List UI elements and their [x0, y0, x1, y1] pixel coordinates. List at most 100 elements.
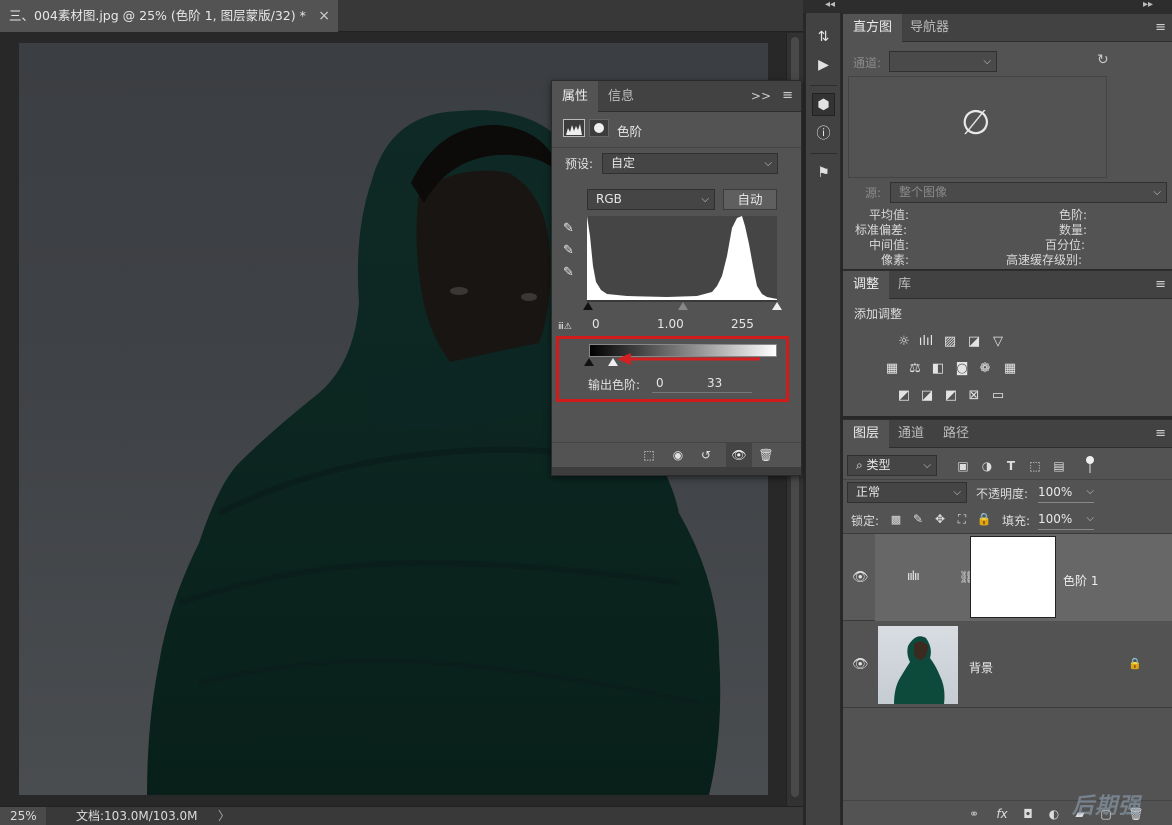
panel-menu-icon[interactable]: ≡	[1155, 277, 1166, 292]
output-black-slider[interactable]	[584, 358, 594, 366]
color-balance-icon[interactable]: ⚖	[906, 360, 924, 376]
filter-smart-object-icon[interactable]: ▤	[1051, 458, 1067, 474]
channel-dropdown[interactable]: RGB ⌵	[587, 189, 715, 210]
selective-color-icon[interactable]: ⊠	[965, 387, 983, 403]
close-icon[interactable]: ×	[318, 0, 330, 32]
panel-menu-icon[interactable]: ≡	[1155, 20, 1166, 35]
view-previous-icon[interactable]: ◉	[668, 447, 688, 463]
lock-transparent-icon[interactable]: ▩	[889, 512, 903, 526]
source-dropdown[interactable]: 整个图像 ⌵	[890, 182, 1167, 203]
history-icon[interactable]: ⇅	[812, 25, 835, 48]
fill-value: 100%	[1038, 512, 1073, 526]
tab-layers[interactable]: 图层	[843, 420, 890, 448]
layer-name[interactable]: 背景	[969, 659, 993, 676]
black-white-icon[interactable]: ◧	[929, 360, 947, 376]
brightness-icon[interactable]: ☼	[895, 333, 913, 349]
input-white-value[interactable]: 255	[731, 317, 754, 331]
tab-adjustments[interactable]: 调整	[843, 271, 890, 299]
vibrance-icon[interactable]: ▽	[989, 333, 1007, 349]
color-lookup-icon[interactable]: ▦	[1001, 360, 1019, 376]
mask-icon[interactable]	[589, 119, 609, 137]
gradient-map-icon[interactable]: ▭	[989, 387, 1007, 403]
photo-filter-icon[interactable]: ◙	[953, 360, 971, 376]
new-adjustment-icon[interactable]: ◐	[1045, 805, 1063, 823]
gray-eyedropper-icon[interactable]: ✎	[563, 243, 574, 258]
channel-mixer-icon[interactable]: ❁	[976, 360, 994, 376]
panel-menu-icon[interactable]: ≡	[1155, 426, 1166, 441]
fill-label: 填充:	[1002, 514, 1031, 528]
lock-all-icon[interactable]: 🔒	[977, 512, 992, 526]
refresh-icon[interactable]: ↻	[1097, 52, 1109, 68]
invert-icon[interactable]: ◩	[895, 387, 913, 403]
filter-shape-icon[interactable]: ⬚	[1027, 458, 1043, 474]
output-levels-label: 输出色阶:	[588, 378, 641, 392]
trash-icon[interactable]: 🗑	[758, 447, 774, 463]
filter-adjustment-icon[interactable]: ◑	[979, 458, 995, 474]
input-gamma-value[interactable]: 1.00	[657, 317, 684, 331]
collapse-icon[interactable]: ◂◂	[825, 0, 835, 10]
background-thumbnail[interactable]	[878, 626, 958, 704]
black-eyedropper-icon[interactable]: ✎	[563, 221, 574, 236]
filter-type-icon[interactable]: T	[1003, 458, 1019, 474]
tab-histogram[interactable]: 直方图	[843, 14, 903, 42]
output-white-value[interactable]: 33	[707, 376, 722, 390]
add-mask-icon[interactable]: ◘	[1019, 805, 1037, 823]
exposure-icon[interactable]: ◪	[965, 333, 983, 349]
preset-dropdown[interactable]: 自定 ⌵	[602, 153, 778, 174]
histogram-channel-dropdown[interactable]: ⌵	[889, 51, 997, 72]
eye-icon[interactable]: 👁	[852, 570, 869, 585]
link-layers-icon[interactable]: ⚭	[965, 805, 983, 823]
levels-adjust-icon[interactable]: ılıl	[917, 333, 935, 349]
tab-channels[interactable]: 通道	[888, 420, 934, 448]
opacity-field[interactable]: 100% ⌵	[1038, 482, 1094, 503]
input-black-slider[interactable]	[583, 302, 593, 310]
layer-row[interactable]: 👁 背景 🔒	[843, 621, 1172, 708]
curves-icon[interactable]: ▨	[941, 333, 959, 349]
filter-pixel-icon[interactable]: ▣	[955, 458, 971, 474]
chevron-down-icon[interactable]: ⌵	[1086, 482, 1094, 502]
chevron-down-icon[interactable]: ⌵	[1086, 509, 1094, 529]
layer-filter-dropdown[interactable]: ⌕ 类型 ⌵	[847, 455, 937, 476]
tab-properties[interactable]: 属性	[552, 81, 599, 112]
output-black-value[interactable]: 0	[656, 376, 664, 390]
status-menu-arrow[interactable]: 〉	[218, 807, 230, 825]
lock-paint-icon[interactable]: ✎	[911, 512, 925, 526]
lock-artboard-icon[interactable]: ⛶	[955, 512, 969, 526]
auto-button[interactable]: 自动	[723, 189, 777, 210]
expand-icon[interactable]: >>	[751, 89, 771, 103]
panel-menu-icon[interactable]: ≡	[782, 88, 793, 103]
expand-icon[interactable]: ▸▸	[1143, 0, 1153, 10]
document-tab[interactable]: 三、004素材图.jpg @ 25% (色阶 1, 图层蒙版/32) * ×	[0, 0, 338, 32]
zoom-level[interactable]: 25%	[0, 807, 46, 825]
white-eyedropper-icon[interactable]: ✎	[563, 265, 574, 280]
fx-icon[interactable]: fx	[993, 805, 1011, 823]
eye-icon[interactable]: 👁	[852, 657, 869, 672]
reset-icon[interactable]: ↺	[698, 447, 714, 463]
filter-toggle-icon[interactable]	[1086, 456, 1094, 474]
layer-name[interactable]: 色阶 1	[1063, 572, 1098, 589]
fill-field[interactable]: 100% ⌵	[1038, 509, 1094, 530]
tab-navigator[interactable]: 导航器	[900, 14, 959, 42]
input-white-slider[interactable]	[772, 302, 782, 310]
properties-cube-icon[interactable]: ⬢	[812, 93, 835, 116]
input-gamma-slider[interactable]	[678, 302, 688, 310]
threshold-icon[interactable]: ◩	[942, 387, 960, 403]
character-icon[interactable]: ⚑	[812, 161, 835, 184]
document-tab-title: 三、004素材图.jpg @ 25% (色阶 1, 图层蒙版/32) *	[9, 8, 306, 23]
clip-warning-icon[interactable]: ⅲ⚠	[558, 322, 572, 332]
clip-to-layer-icon[interactable]: ⬚	[640, 447, 658, 463]
posterize-icon[interactable]: ◪	[918, 387, 936, 403]
layer-row[interactable]: 👁 ıılıı ⛓ 色阶 1	[843, 534, 1172, 621]
tab-paths[interactable]: 路径	[933, 420, 979, 448]
play-action-icon[interactable]: ▶	[812, 53, 835, 76]
tab-info[interactable]: 信息	[598, 81, 644, 112]
visibility-eye-icon[interactable]: 👁	[726, 443, 752, 467]
info-icon[interactable]: ⓘ	[812, 121, 835, 144]
hue-saturation-icon[interactable]: ▦	[883, 360, 901, 376]
divider	[810, 153, 837, 154]
input-black-value[interactable]: 0	[592, 317, 600, 331]
blend-mode-dropdown[interactable]: 正常 ⌵	[847, 482, 967, 503]
layer-mask-thumbnail[interactable]	[970, 536, 1056, 618]
tab-libraries[interactable]: 库	[888, 271, 921, 299]
lock-move-icon[interactable]: ✥	[933, 512, 947, 526]
